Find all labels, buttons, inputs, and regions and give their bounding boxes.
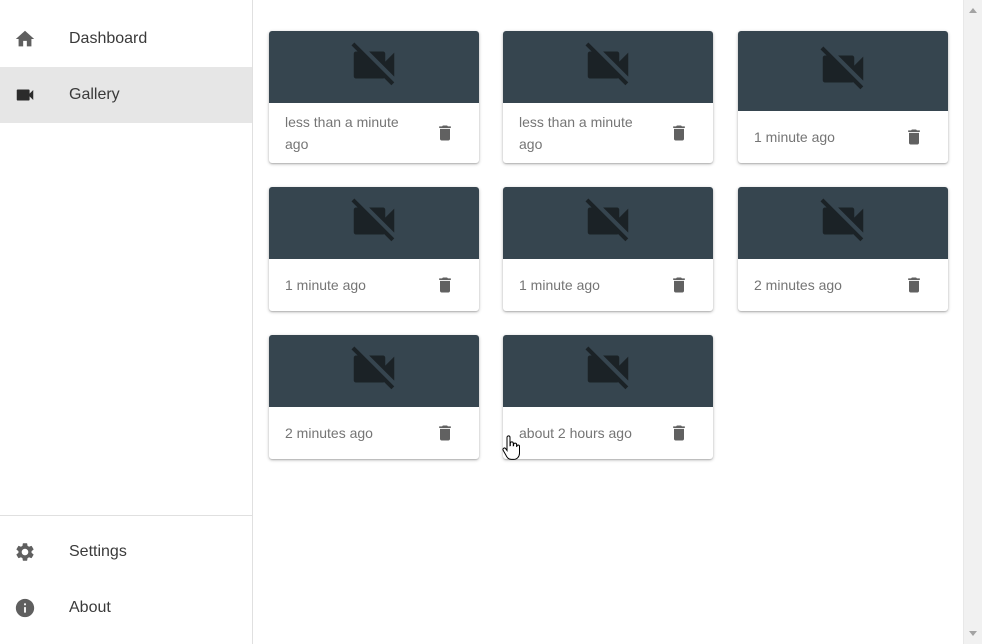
sidebar: Dashboard Gallery Settings About bbox=[0, 0, 253, 644]
card-footer: about 2 hours ago bbox=[503, 407, 713, 459]
info-icon bbox=[14, 597, 36, 619]
sidebar-item-label: Gallery bbox=[69, 86, 120, 103]
card-footer: 1 minute ago bbox=[269, 259, 479, 311]
videocam-off-icon bbox=[816, 42, 870, 101]
scroll-down-arrow-icon[interactable] bbox=[969, 631, 977, 636]
videocam-off-icon bbox=[581, 194, 635, 253]
card-footer: 1 minute ago bbox=[503, 259, 713, 311]
delete-icon[interactable] bbox=[669, 275, 689, 295]
video-thumbnail[interactable] bbox=[269, 31, 479, 103]
delete-icon[interactable] bbox=[435, 423, 455, 443]
video-card[interactable]: less than a minute ago bbox=[269, 31, 479, 163]
gallery-grid: less than a minute ago less than a minut… bbox=[253, 0, 963, 644]
timestamp: 2 minutes ago bbox=[754, 277, 842, 293]
gear-icon bbox=[14, 541, 36, 563]
home-icon bbox=[14, 28, 36, 50]
scroll-up-arrow-icon[interactable] bbox=[969, 8, 977, 13]
timestamp: 1 minute ago bbox=[754, 129, 835, 145]
video-thumbnail[interactable] bbox=[738, 187, 948, 259]
timestamp: 2 minutes ago bbox=[285, 425, 373, 441]
timestamp: less than a minute ago bbox=[285, 114, 399, 152]
video-card[interactable]: 2 minutes ago bbox=[269, 335, 479, 459]
delete-icon[interactable] bbox=[435, 123, 455, 143]
card-footer: less than a minute ago bbox=[269, 103, 479, 163]
delete-icon[interactable] bbox=[435, 275, 455, 295]
card-footer: less than a minute ago bbox=[503, 103, 713, 163]
videocam-off-icon bbox=[816, 194, 870, 253]
delete-icon[interactable] bbox=[669, 423, 689, 443]
timestamp: about 2 hours ago bbox=[519, 425, 632, 441]
sidebar-item-label: About bbox=[69, 599, 111, 616]
card-footer: 2 minutes ago bbox=[738, 259, 948, 311]
delete-icon[interactable] bbox=[904, 275, 924, 295]
delete-icon[interactable] bbox=[669, 123, 689, 143]
videocam-icon bbox=[14, 84, 36, 106]
sidebar-item-about[interactable]: About bbox=[0, 580, 252, 636]
video-thumbnail[interactable] bbox=[503, 187, 713, 259]
sidebar-divider bbox=[0, 515, 252, 516]
sidebar-item-gallery[interactable]: Gallery bbox=[0, 67, 252, 123]
video-thumbnail[interactable] bbox=[738, 31, 948, 111]
timestamp: 1 minute ago bbox=[285, 277, 366, 293]
video-card[interactable]: 1 minute ago bbox=[269, 187, 479, 311]
delete-icon[interactable] bbox=[904, 127, 924, 147]
videocam-off-icon bbox=[581, 38, 635, 97]
video-card[interactable]: 1 minute ago bbox=[738, 31, 948, 163]
timestamp: 1 minute ago bbox=[519, 277, 600, 293]
video-card[interactable]: 1 minute ago bbox=[503, 187, 713, 311]
sidebar-item-settings[interactable]: Settings bbox=[0, 524, 252, 580]
videocam-off-icon bbox=[347, 194, 401, 253]
videocam-off-icon bbox=[581, 342, 635, 401]
vertical-scrollbar[interactable] bbox=[963, 0, 982, 644]
sidebar-item-label: Settings bbox=[69, 543, 127, 560]
card-footer: 1 minute ago bbox=[738, 111, 948, 163]
video-thumbnail[interactable] bbox=[503, 31, 713, 103]
videocam-off-icon bbox=[347, 342, 401, 401]
video-thumbnail[interactable] bbox=[503, 335, 713, 407]
video-card[interactable]: less than a minute ago bbox=[503, 31, 713, 163]
sidebar-item-label: Dashboard bbox=[69, 30, 148, 47]
sidebar-item-dashboard[interactable]: Dashboard bbox=[0, 11, 252, 67]
videocam-off-icon bbox=[347, 38, 401, 97]
video-thumbnail[interactable] bbox=[269, 187, 479, 259]
card-footer: 2 minutes ago bbox=[269, 407, 479, 459]
video-thumbnail[interactable] bbox=[269, 335, 479, 407]
video-card[interactable]: about 2 hours ago bbox=[503, 335, 713, 459]
video-card[interactable]: 2 minutes ago bbox=[738, 187, 948, 311]
timestamp: less than a minute ago bbox=[519, 114, 633, 152]
